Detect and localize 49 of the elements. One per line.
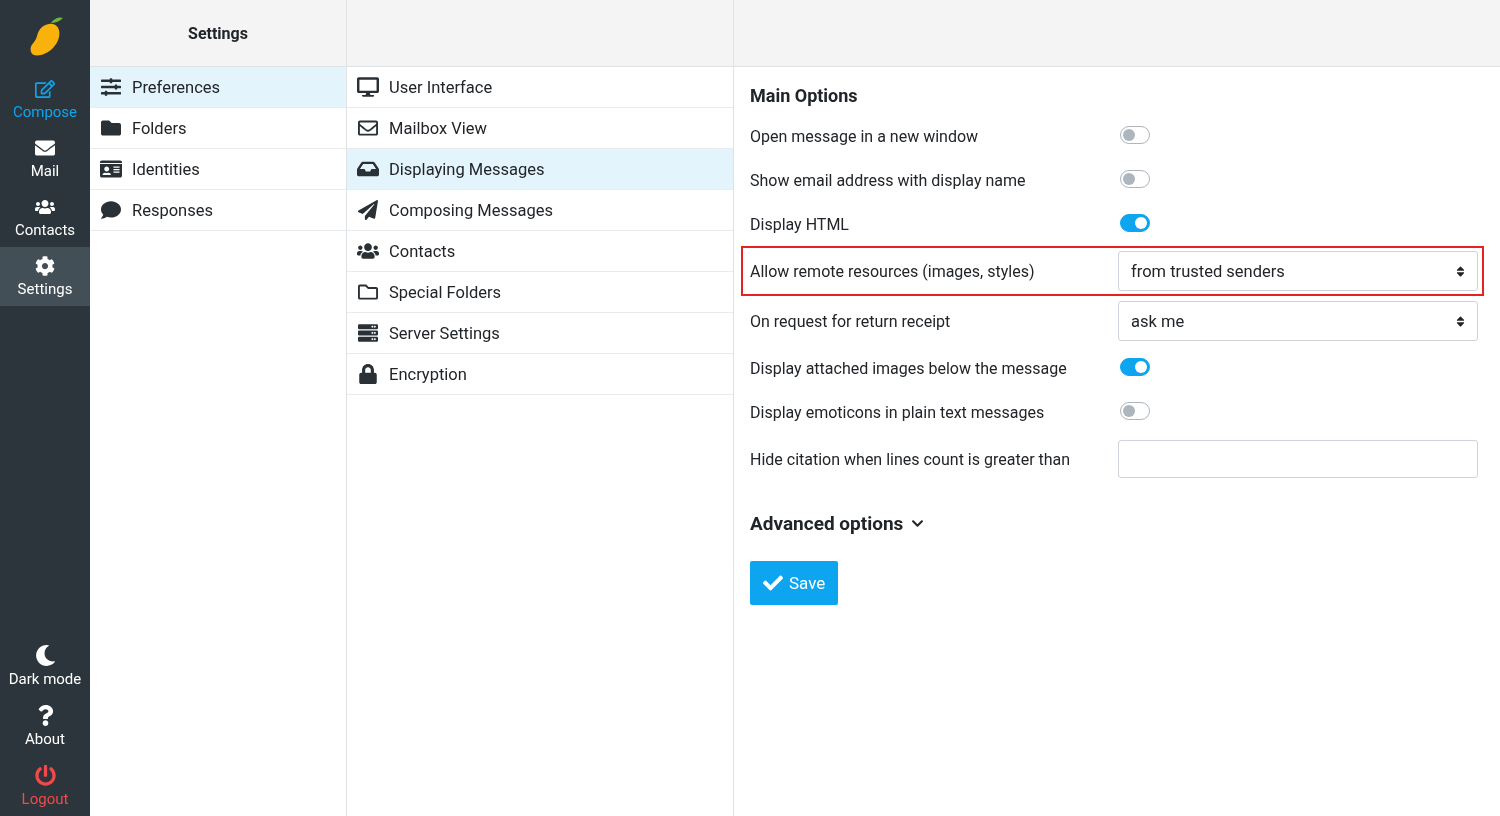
toggle-switch[interactable]: [1120, 357, 1150, 376]
input-field[interactable]: [1118, 440, 1478, 478]
sliders-icon: [100, 77, 122, 97]
sort-arrows-icon: [1454, 264, 1467, 278]
option-label: Open message in a new window: [750, 126, 980, 146]
option-label: Show email address with display name: [750, 170, 1027, 190]
option-label: Display HTML: [750, 214, 850, 234]
inbox-icon: [357, 159, 379, 179]
option-label: Hide citation when lines count is greater than: [750, 449, 1072, 469]
moon-icon: [34, 645, 56, 666]
menu-item[interactable]: Preferences: [90, 67, 346, 108]
nav-item[interactable]: About: [0, 696, 90, 756]
select-field[interactable]: from trusted senders: [1118, 251, 1478, 291]
nav-item[interactable]: Dark mode: [0, 636, 90, 696]
envelope-icon: [357, 118, 379, 138]
select-field[interactable]: ask me: [1118, 301, 1478, 341]
folder-icon: [100, 118, 122, 138]
nav-item[interactable]: Mail: [0, 129, 90, 188]
section-title: Main Options: [750, 85, 859, 106]
toggle-switch[interactable]: [1120, 401, 1150, 420]
chevron-down-icon: [911, 517, 925, 530]
edit-icon: [35, 79, 55, 99]
toggle-switch[interactable]: [1120, 213, 1150, 232]
nav-item[interactable]: Settings: [0, 247, 90, 306]
lock-icon: [357, 364, 379, 384]
nav-item[interactable]: Compose: [0, 70, 90, 129]
advanced-options-link[interactable]: Advanced options: [750, 512, 1484, 535]
toggle-switch[interactable]: [1120, 169, 1150, 188]
option-label: Display emoticons in plain text messages: [750, 402, 1046, 422]
envelope-icon: [35, 138, 55, 158]
server-icon: [357, 323, 379, 343]
users-icon: [35, 197, 55, 217]
panel-title: Settings: [188, 23, 248, 43]
speech-bubble-icon: [100, 200, 122, 220]
check-icon: [763, 573, 783, 593]
option-label: On request for return receipt: [750, 311, 952, 331]
option-label: Allow remote resources (images, styles): [750, 261, 1036, 281]
folder-icon: [357, 282, 379, 302]
paper-plane-icon: [357, 200, 379, 220]
menu-item[interactable]: Displaying Messages: [347, 149, 733, 190]
sort-arrows-icon: [1454, 314, 1467, 328]
settings-icon: [35, 256, 55, 276]
nav-item[interactable]: Contacts: [0, 188, 90, 247]
id-card-icon: [100, 159, 122, 179]
toggle-switch[interactable]: [1120, 125, 1150, 144]
monitor-icon: [357, 77, 379, 97]
users-icon: [357, 241, 379, 261]
option-label: Display attached images below the message: [750, 358, 1068, 378]
power-icon: [34, 765, 56, 786]
